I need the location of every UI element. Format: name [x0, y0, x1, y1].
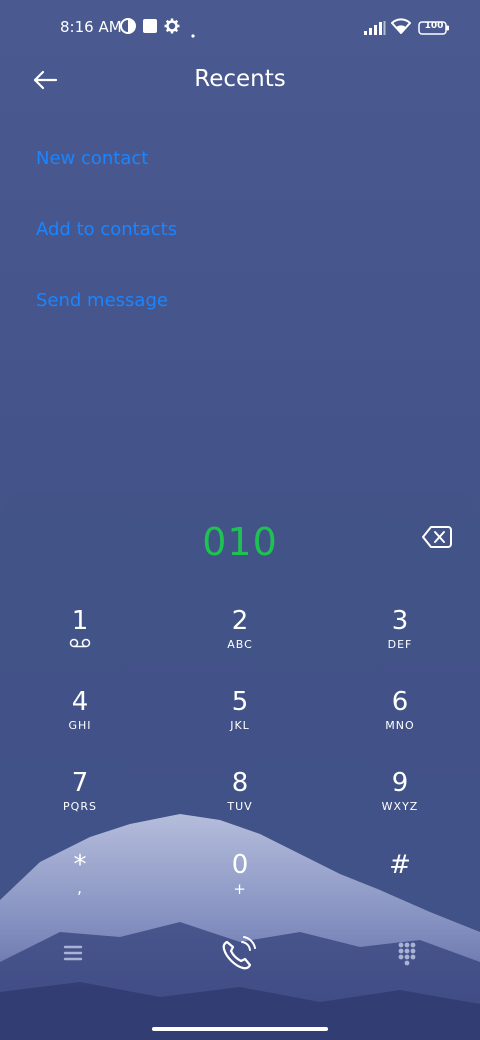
- send-message-link[interactable]: Send message: [36, 290, 168, 311]
- backspace-button[interactable]: [422, 524, 458, 556]
- key-star[interactable]: * ,: [20, 850, 140, 920]
- key-letters: JKL: [230, 719, 250, 732]
- menu-button[interactable]: [58, 938, 88, 968]
- key-digit: *: [73, 850, 87, 880]
- phone-call-icon: [218, 936, 262, 978]
- key-digit: 0: [231, 850, 249, 880]
- battery-level: 100: [424, 21, 444, 31]
- key-digit: 5: [231, 687, 249, 717]
- key-9[interactable]: 9 WXYZ: [340, 768, 460, 838]
- key-digit: 1: [71, 606, 89, 636]
- key-digit: #: [389, 850, 411, 880]
- data-saver-icon: [120, 18, 136, 38]
- key-letters: MNO: [385, 719, 415, 732]
- key-digit: 4: [71, 687, 89, 717]
- key-6[interactable]: 6 MNO: [340, 687, 460, 757]
- backspace-icon: [422, 526, 452, 554]
- key-digit: 2: [231, 606, 249, 636]
- key-3[interactable]: 3 DEF: [340, 606, 460, 676]
- key-letters: DEF: [387, 638, 413, 651]
- key-letters: PQRS: [63, 800, 97, 813]
- settings-gear-icon: [164, 18, 180, 38]
- page-title: Recents: [194, 66, 286, 92]
- key-0[interactable]: 0 +: [180, 850, 300, 920]
- wifi-icon: [390, 18, 412, 38]
- square-notification-icon: [142, 18, 158, 38]
- new-contact-link[interactable]: New contact: [36, 148, 148, 169]
- key-2[interactable]: 2 ABC: [180, 606, 300, 676]
- dot-icon: [190, 24, 196, 43]
- key-letters: +: [233, 880, 247, 898]
- home-indicator[interactable]: [152, 1027, 328, 1031]
- key-8[interactable]: 8 TUV: [180, 768, 300, 838]
- key-letters: GHI: [68, 719, 92, 732]
- signal-icon: [364, 20, 386, 39]
- status-time: 8:16 AM: [60, 18, 122, 36]
- key-digit: 3: [391, 606, 409, 636]
- key-7[interactable]: 7 PQRS: [20, 768, 140, 838]
- key-hash[interactable]: #: [340, 850, 460, 920]
- header: Recents: [0, 56, 480, 108]
- keypad-toggle-button[interactable]: [392, 938, 422, 968]
- key-5[interactable]: 5 JKL: [180, 687, 300, 757]
- keypad-icon: [392, 942, 422, 972]
- dialer-panel: 010 1 2 ABC 3 DEF 4 GHI 5 JKL 6 MNO 7 PQ…: [0, 492, 480, 1040]
- key-letters: TUV: [227, 800, 253, 813]
- hamburger-menu-icon: [58, 945, 88, 972]
- add-to-contacts-link[interactable]: Add to contacts: [36, 219, 177, 240]
- voicemail-icon: [20, 638, 140, 651]
- dialed-number: 010: [202, 520, 278, 564]
- key-digit: 9: [391, 768, 409, 798]
- status-bar: 8:16 AM 100: [0, 0, 480, 56]
- key-letters: WXYZ: [381, 800, 419, 813]
- call-button[interactable]: [218, 934, 262, 974]
- key-letters: ,: [76, 878, 84, 897]
- key-digit: 6: [391, 687, 409, 717]
- key-letters: ABC: [227, 638, 253, 651]
- key-digit: 7: [71, 768, 89, 798]
- key-1[interactable]: 1: [20, 606, 140, 676]
- key-4[interactable]: 4 GHI: [20, 687, 140, 757]
- key-digit: 8: [231, 768, 249, 798]
